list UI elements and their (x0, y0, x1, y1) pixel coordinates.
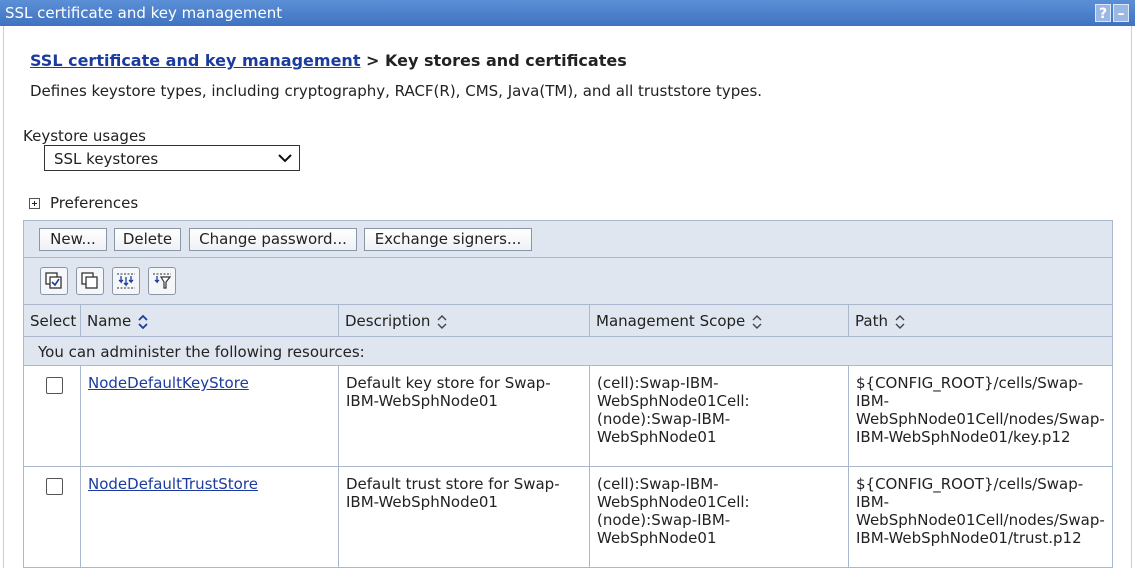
chevron-down-icon (278, 154, 292, 163)
action-toolbar: New... Delete Change password... Exchang… (24, 221, 1112, 258)
row-select-checkbox[interactable] (46, 478, 63, 495)
page-title: Key stores and certificates (385, 51, 627, 70)
resources-notice: You can administer the following resourc… (24, 337, 1112, 366)
keystore-usages-value: SSL keystores (54, 150, 159, 168)
preferences-label: Preferences (50, 194, 139, 212)
minimize-button[interactable]: – (1113, 4, 1129, 22)
row-path: ${CONFIG_ROOT}/cells/Swap- IBM- WebSphNode… (856, 374, 1105, 446)
expand-plus-icon (29, 198, 40, 209)
column-header-management-scope[interactable]: Management Scope (590, 305, 849, 337)
page-description: Defines keystore types, including crypto… (30, 82, 763, 100)
new-button[interactable]: New... (39, 228, 107, 251)
column-header-select: Select (24, 305, 81, 337)
sort-icon[interactable] (894, 313, 906, 331)
select-all-icon[interactable] (40, 267, 68, 295)
keystore-usages-select[interactable]: SSL keystores (44, 145, 300, 171)
clear-filter-icon[interactable] (148, 267, 176, 295)
sort-icon[interactable] (137, 313, 149, 331)
keystore-usages-label: Keystore usages (23, 127, 146, 145)
sort-icon[interactable] (751, 313, 763, 331)
keystore-name-link[interactable]: NodeDefaultKeyStore (88, 374, 249, 392)
sort-icon[interactable] (436, 313, 448, 331)
show-filter-icon[interactable] (112, 267, 140, 295)
breadcrumb-separator: > (366, 51, 380, 70)
column-header-description[interactable]: Description (339, 305, 590, 337)
table-row: NodeDefaultKeyStore Default key store fo… (24, 366, 1112, 467)
row-select-checkbox[interactable] (46, 377, 63, 394)
window-titlebar: SSL certificate and key management ? – (0, 0, 1135, 26)
breadcrumb-link-ssl[interactable]: SSL certificate and key management (30, 51, 360, 70)
delete-button[interactable]: Delete (114, 228, 181, 251)
selection-toolbar (24, 258, 1112, 305)
row-description: Default trust store for Swap- IBM-WebSphN… (346, 475, 560, 511)
window-title: SSL certificate and key management (5, 4, 283, 22)
breadcrumb: SSL certificate and key management > Key… (30, 51, 627, 70)
collection-panel: New... Delete Change password... Exchang… (23, 220, 1113, 568)
deselect-all-icon[interactable] (76, 267, 104, 295)
table-row: NodeDefaultTrustStore Default trust stor… (24, 467, 1112, 568)
row-management-scope: (cell):Swap-IBM- WebSphNode01Cell: (node):… (597, 374, 750, 446)
change-password-button[interactable]: Change password... (189, 228, 357, 251)
row-path: ${CONFIG_ROOT}/cells/Swap- IBM- WebSphNode… (856, 475, 1105, 547)
help-button[interactable]: ? (1095, 4, 1111, 22)
column-header-path[interactable]: Path (849, 305, 1112, 337)
row-description: Default key store for Swap- IBM-WebSphNod… (346, 374, 551, 410)
row-management-scope: (cell):Swap-IBM- WebSphNode01Cell: (node):… (597, 475, 750, 547)
exchange-signers-button[interactable]: Exchange signers... (364, 228, 532, 251)
preferences-toggle[interactable]: Preferences (29, 194, 138, 212)
keystore-name-link[interactable]: NodeDefaultTrustStore (88, 475, 258, 493)
column-header-name[interactable]: Name (81, 305, 339, 337)
